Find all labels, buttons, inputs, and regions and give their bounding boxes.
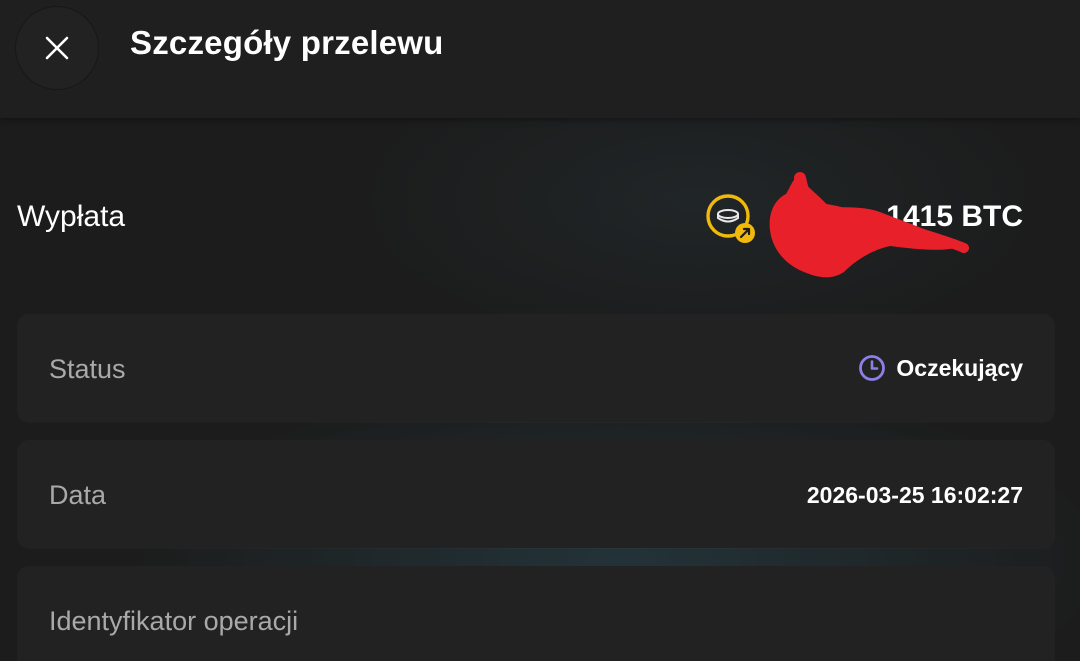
header: Szczegóły przelewu — [0, 0, 1080, 118]
date-value: 2026-03-25 16:02:27 — [806, 482, 1023, 508]
close-button[interactable] — [16, 7, 98, 89]
status-value: Oczekujący — [896, 354, 1023, 381]
page-title: Szczegóły przelewu — [130, 24, 444, 61]
transfer-details-screen: Szczegóły przelewu Wypłata 1415 BTC Stat… — [0, 0, 1080, 661]
date-card: Data 2026-03-25 16:02:27 — [17, 440, 1055, 548]
redaction-scribble — [769, 172, 969, 278]
operation-id-card: Identyfikator operacji — [17, 566, 1055, 661]
date-label: Data — [49, 480, 107, 510]
clock-icon — [859, 355, 886, 381]
coin-withdraw-icon — [706, 194, 755, 243]
close-icon — [45, 36, 69, 60]
status-label: Status — [49, 354, 126, 384]
operation-id-label: Identyfikator operacji — [49, 606, 299, 636]
transfer-type-label: Wypłata — [17, 200, 126, 233]
status-card: Status Oczekujący — [17, 314, 1055, 422]
status-badge: Oczekujący — [858, 354, 1023, 382]
